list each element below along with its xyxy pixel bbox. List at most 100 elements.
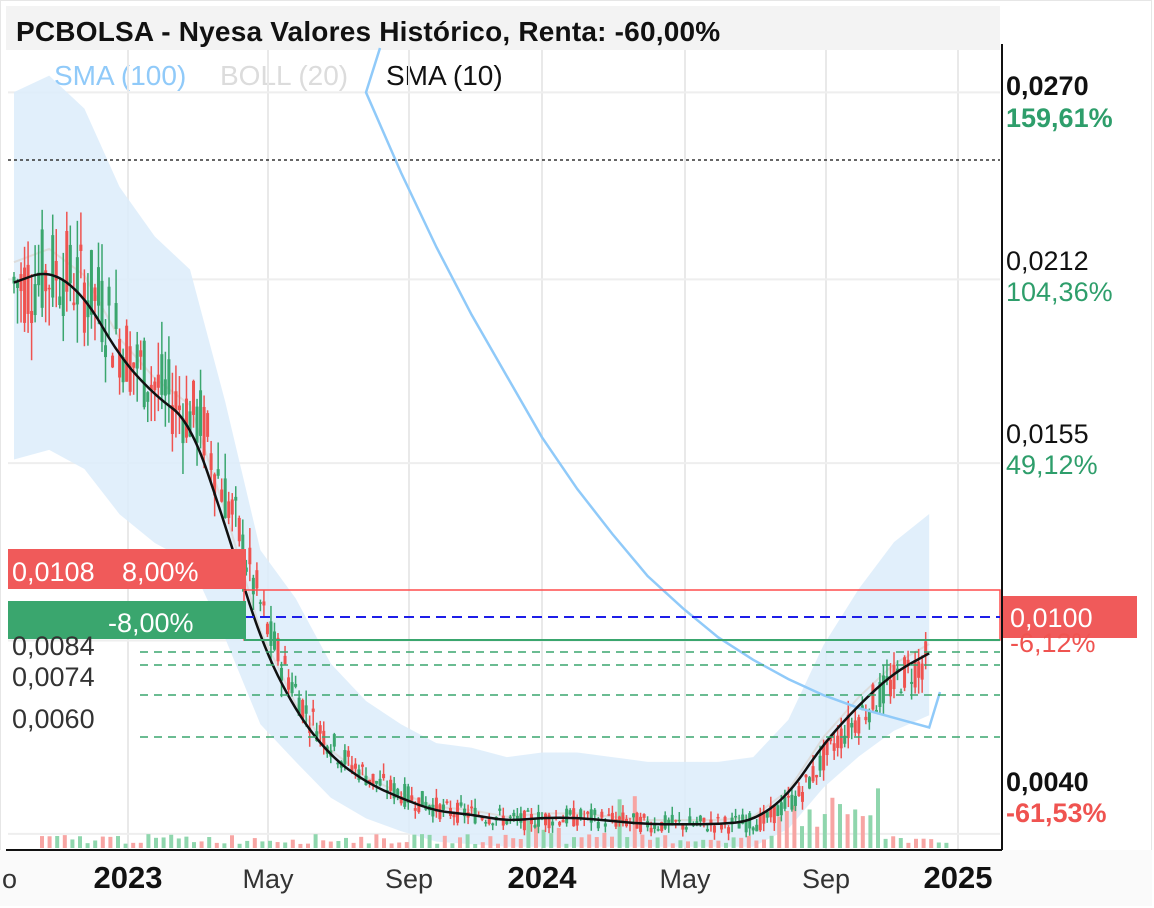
candle-body: [632, 813, 636, 818]
volume-bar: [739, 837, 744, 848]
candle-body: [174, 391, 178, 412]
volume-bar: [306, 843, 310, 848]
volume-bar: [237, 843, 242, 848]
volume-bar: [465, 834, 470, 848]
volume-bar: [321, 840, 326, 848]
candle-body: [596, 821, 600, 829]
candle-body: [216, 469, 220, 476]
x-label-sep-2024: Sep: [802, 864, 850, 894]
volume-bar: [549, 833, 554, 848]
candle-body: [600, 811, 604, 818]
resistance-tag-price: 0,0108: [12, 557, 95, 587]
candle-body: [23, 267, 27, 323]
candle-body: [269, 621, 273, 646]
candle-body: [382, 773, 386, 779]
volume-bar: [199, 841, 204, 848]
candle-body: [575, 819, 579, 826]
volume-bar: [891, 836, 896, 848]
x-label-may-2023: May: [242, 864, 294, 894]
candle-body: [702, 817, 706, 823]
candle-body: [779, 802, 783, 816]
volume-bar: [594, 837, 599, 848]
candle-body: [881, 675, 885, 704]
volume-bar: [62, 835, 67, 848]
candle-body: [107, 286, 111, 306]
candle-body: [705, 828, 709, 832]
candle-body: [797, 786, 801, 797]
candle-body: [184, 398, 188, 438]
candle-body: [294, 683, 298, 687]
candle-body: [160, 354, 164, 395]
volume-bar: [123, 843, 128, 848]
price-chart[interactable]: 0,0108 8,00% -8,00% 0,0084 0,0074 0,0060…: [0, 0, 1154, 908]
volume-bar: [131, 842, 136, 848]
candle-body: [586, 811, 590, 814]
volume-bar: [822, 814, 827, 848]
candle-body: [864, 716, 868, 721]
volume-bar: [473, 843, 478, 848]
volume-bar: [853, 809, 858, 848]
candle-body: [734, 815, 738, 818]
volume-bar: [914, 838, 918, 848]
candle-body: [132, 362, 136, 368]
candle-body: [818, 755, 822, 771]
candle-body: [888, 679, 892, 697]
candle-body: [751, 827, 755, 831]
candle-body: [832, 743, 836, 751]
volume-bar: [511, 838, 516, 848]
candle-body: [808, 777, 812, 789]
volume-bar: [70, 839, 75, 848]
candle-body: [484, 822, 488, 824]
candle-body: [227, 501, 231, 518]
support-tag-pct: -8,00%: [108, 608, 194, 638]
candle-body: [371, 773, 375, 785]
volume-bar: [655, 837, 660, 848]
volume-bar: [663, 835, 668, 848]
candle-body: [375, 781, 379, 784]
candle-body: [82, 282, 86, 333]
candle-body: [913, 660, 917, 688]
volume-bar: [412, 834, 417, 848]
volume-bar: [556, 827, 561, 848]
candle-body: [800, 792, 804, 802]
candle-body: [96, 267, 100, 306]
volume-bar: [328, 841, 333, 848]
candle-body: [104, 345, 108, 358]
candle-body: [290, 682, 294, 694]
volume-bar: [116, 836, 120, 848]
support-level-3-label: 0,0060: [12, 704, 95, 734]
volume-bar: [458, 837, 462, 848]
volume-bar: [245, 840, 250, 848]
volume-bar: [587, 834, 592, 848]
bollinger-band: [13, 75, 930, 847]
candle-body: [237, 517, 241, 542]
volume-bar: [503, 834, 508, 848]
volume-bar: [792, 805, 797, 848]
candle-body: [716, 816, 720, 819]
volume-bar: [670, 843, 675, 848]
volume-bar: [260, 841, 265, 848]
candle-body: [135, 344, 139, 369]
candle-body: [649, 827, 653, 833]
candle-body: [684, 827, 688, 830]
volume-bar: [108, 836, 113, 848]
candle-body: [234, 496, 238, 501]
candle-body: [811, 766, 815, 782]
candle-body: [146, 392, 150, 402]
candle-body: [793, 795, 797, 806]
candle-body: [153, 381, 157, 391]
candle-body: [220, 489, 224, 502]
candle-body: [698, 815, 702, 822]
candle-body: [737, 823, 741, 829]
candle-body: [30, 310, 34, 324]
volume-bar: [496, 843, 500, 848]
candle-body: [58, 296, 62, 306]
volume-bar: [564, 843, 569, 848]
support-level-2-label: 0,0074: [12, 662, 95, 692]
candle-body: [304, 705, 308, 714]
volume-bar: [146, 834, 151, 848]
volume-bar: [252, 838, 257, 848]
candle-body: [89, 250, 93, 315]
volume-bar: [640, 834, 645, 848]
right-axis-pct-2: 104,36%: [1006, 277, 1113, 307]
